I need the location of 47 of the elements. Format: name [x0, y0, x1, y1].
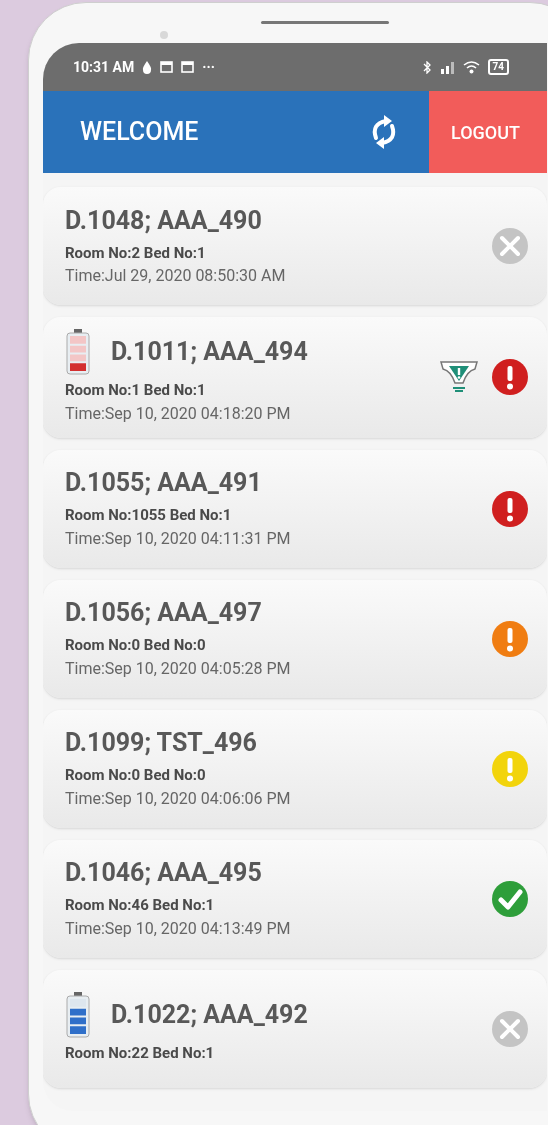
header-title: WELCOME	[80, 116, 199, 149]
bluetooth-icon	[422, 60, 431, 74]
status-time: 10:31 AM	[73, 57, 135, 77]
device-card[interactable]: D.1022; AAA_492 Room No:22 Bed No:1	[43, 969, 547, 1088]
room-bed-label: Room No:1 Bed No:1	[65, 380, 207, 401]
device-card[interactable]: D.1055; AAA_491 Room No:1055 Bed No:1 Time:Sep 10, 2020 04:11:31 PM	[43, 449, 547, 568]
close-circle-icon	[491, 227, 529, 265]
battery-icon	[65, 992, 91, 1039]
exclamation-circle-icon	[491, 489, 529, 528]
device-title: D.1048; AAA_490	[65, 204, 262, 237]
device-title: D.1055; AAA_491	[65, 467, 262, 500]
timestamp: Time:Sep 10, 2020 04:05:28 PM	[65, 657, 292, 680]
camera-icon	[160, 31, 168, 39]
room-bed-label: Room No:22 Bed No:1	[65, 1043, 216, 1065]
device-card[interactable]: D.1046; AAA_495 Room No:46 Bed No:1 Time:Sep 10, 2020 04:13:49 PM	[43, 839, 547, 958]
device-card[interactable]: D.1056; AAA_497 Room No:0 Bed No:0 Time:Sep 10, 2020 04:05:28 PM	[43, 579, 547, 698]
timestamp: Time:Sep 10, 2020 04:13:49 PM	[65, 917, 292, 940]
room-bed-label: Room No:0 Bed No:0	[65, 635, 207, 657]
exclamation-circle-icon	[491, 619, 529, 658]
exclamation-circle-icon	[491, 358, 529, 397]
signal-icon	[438, 60, 455, 74]
calendar-icon	[181, 61, 195, 73]
battery-icon	[65, 329, 91, 375]
battery-indicator: 74	[487, 59, 509, 75]
room-bed-label: Room No:46 Bed No:1	[65, 895, 216, 917]
timestamp: Time:Sep 10, 2020 04:18:20 PM	[65, 402, 292, 425]
device-card[interactable]: D.1099; TST_496 Room No:0 Bed No:0 Time:Sep 10, 2020 04:06:06 PM	[43, 709, 547, 828]
device-card[interactable]: D.1048; AAA_490 Room No:2 Bed No:1 Time:Jul 29, 2020 08:50:30 AM	[43, 187, 547, 305]
device-card[interactable]: D.1011; AAA_494 Room No:1 Bed No:1 Time:Sep 10, 2020 04:18:20 PM	[43, 317, 547, 438]
more-notifications: ···	[202, 57, 215, 77]
drop-icon	[142, 60, 153, 74]
checkmark-circle-icon	[491, 879, 529, 918]
device-title: D.1056; AAA_497	[65, 597, 262, 630]
calendar-icon	[160, 61, 174, 73]
timestamp: Time:Jul 29, 2020 08:50:30 AM	[65, 265, 287, 288]
room-bed-label: Room No:0 Bed No:0	[65, 765, 207, 787]
device-title: D.1022; AAA_492	[111, 999, 308, 1032]
timestamp: Time:Sep 10, 2020 04:06:06 PM	[65, 787, 292, 810]
device-title: D.1011; AAA_494	[111, 336, 308, 368]
device-title: D.1099; TST_496	[65, 727, 257, 760]
timestamp: Time:Sep 10, 2020 04:11:31 PM	[65, 527, 292, 550]
wifi-icon	[462, 60, 480, 74]
device-title: D.1046; AAA_495	[65, 857, 262, 890]
room-bed-label: Room No:1055 Bed No:1	[65, 505, 233, 527]
close-circle-icon	[491, 1009, 529, 1048]
exclamation-circle-icon	[491, 749, 529, 788]
room-bed-label: Room No:2 Bed No:1	[65, 242, 207, 264]
